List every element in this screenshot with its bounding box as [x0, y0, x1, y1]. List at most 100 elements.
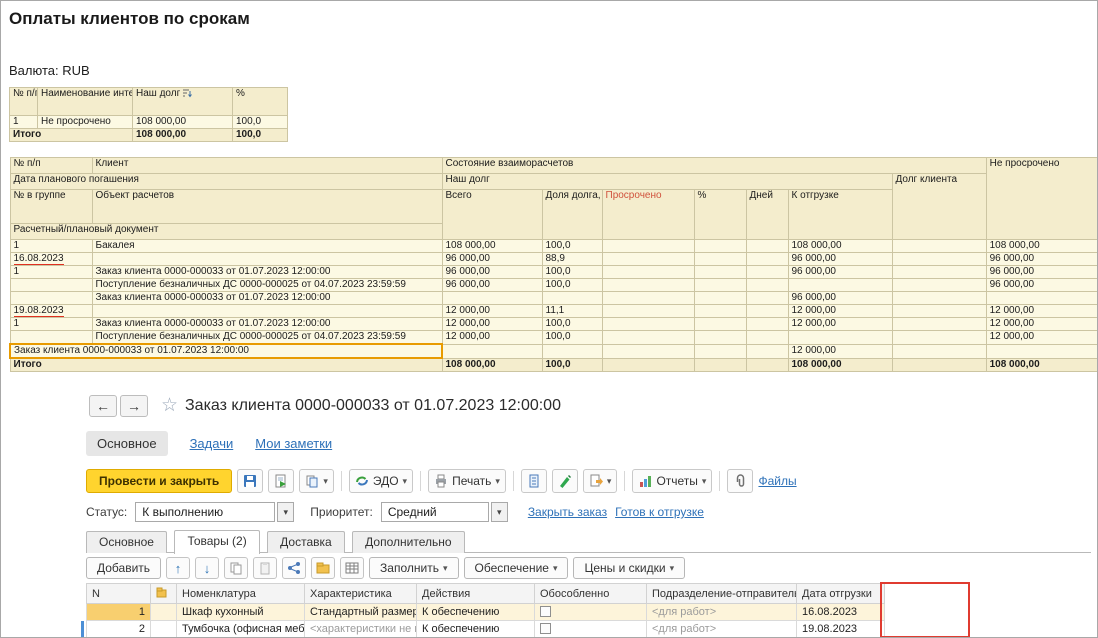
cell[interactable] — [693, 252, 747, 266]
header-client[interactable]: Клиент — [91, 157, 443, 174]
header-calc-object[interactable]: Объект расчетов — [91, 189, 443, 224]
cell[interactable] — [891, 343, 987, 359]
header-overdue[interactable]: Просрочено — [601, 189, 695, 240]
col-separate[interactable]: Обособленно — [534, 583, 647, 604]
col-indicator[interactable] — [150, 583, 177, 604]
cell-share[interactable]: 100,0 — [541, 239, 603, 253]
col-actions[interactable]: Действия — [416, 583, 535, 604]
cell[interactable] — [693, 291, 747, 305]
add-row-button[interactable]: Добавить — [86, 557, 162, 579]
cell[interactable] — [745, 239, 789, 253]
create-based-on-button[interactable]: ▾ — [582, 469, 618, 493]
fill-button[interactable]: Заполнить ▾ — [369, 557, 459, 579]
cell-ship[interactable]: 108 000,00 — [787, 357, 893, 372]
priority-value[interactable]: Средний — [380, 502, 489, 522]
separate-checkbox[interactable] — [540, 606, 551, 618]
cell[interactable] — [693, 317, 747, 331]
cell-interval[interactable]: Не просрочено — [37, 115, 133, 129]
plan-date-value[interactable]: 16.08.2023 — [13, 254, 64, 265]
cell-not-overdue[interactable]: 96 000,00 — [985, 265, 1097, 279]
plan-date-value[interactable]: 19.08.2023 — [13, 306, 64, 317]
cell-object[interactable]: Заказ клиента 0000-000033 от 01.07.2023 … — [91, 317, 443, 331]
cell-actions[interactable]: К обеспечению — [416, 603, 535, 621]
cell[interactable] — [441, 343, 543, 359]
provision-button[interactable]: Обеспечение ▾ — [463, 557, 569, 579]
cell[interactable] — [787, 278, 893, 292]
cell-document[interactable]: Поступление безналичных ДС 0000-000025 о… — [91, 330, 443, 345]
header-pct[interactable]: % — [693, 189, 747, 240]
cell[interactable] — [891, 265, 987, 279]
cell[interactable] — [541, 343, 603, 359]
summary-header-name[interactable]: Наименование интервала — [37, 87, 133, 116]
files-link[interactable]: Файлы — [758, 474, 796, 488]
cell[interactable] — [891, 304, 987, 318]
cell-ship[interactable]: 108 000,00 — [787, 239, 893, 253]
cell-total[interactable]: 96 000,00 — [441, 265, 543, 279]
cell-total[interactable]: 96 000,00 — [441, 252, 543, 266]
cell[interactable] — [601, 343, 695, 359]
cell-separate[interactable] — [534, 620, 647, 637]
cell-ship[interactable]: 12 000,00 — [787, 343, 893, 359]
post-button[interactable] — [268, 469, 295, 493]
status-value[interactable]: К выполнению — [135, 502, 276, 522]
cell-ship-date[interactable]: 16.08.2023 — [796, 603, 885, 621]
cell-share[interactable]: 100,0 — [541, 265, 603, 279]
cell-debt[interactable]: 108 000,00 — [132, 115, 233, 129]
cell-npp[interactable]: 1 — [9, 239, 93, 253]
cell[interactable] — [9, 291, 93, 305]
cell-object[interactable]: Заказ клиента 0000-000033 от 01.07.2023 … — [91, 265, 443, 279]
tab-general[interactable]: Основное — [86, 531, 167, 553]
cell[interactable] — [787, 330, 893, 345]
cell[interactable] — [745, 343, 789, 359]
cell-department[interactable]: <для работ> — [646, 620, 797, 637]
paste-row-button[interactable] — [253, 557, 278, 579]
cell[interactable] — [693, 265, 747, 279]
ready-to-ship-link[interactable]: Готов к отгрузке — [615, 505, 704, 519]
cell[interactable] — [891, 317, 987, 331]
status-combobox[interactable]: К выполнению ▾ — [135, 502, 295, 522]
cell-pct[interactable]: 100,0 — [232, 115, 288, 129]
cell[interactable] — [745, 265, 789, 279]
cell[interactable] — [601, 278, 695, 292]
priority-dropdown-button[interactable]: ▾ — [490, 502, 508, 522]
cell-separate[interactable] — [534, 603, 647, 621]
cell-ship-date[interactable]: 19.08.2023 — [796, 620, 885, 637]
cell[interactable] — [891, 330, 987, 345]
cell-row-number[interactable]: 2 — [86, 620, 151, 637]
cell[interactable] — [745, 317, 789, 331]
cell-share[interactable]: 100,0 — [541, 317, 603, 331]
cell-object[interactable]: Бакалея — [91, 239, 443, 253]
cell[interactable] — [745, 304, 789, 318]
cell-row-number[interactable]: 1 — [86, 603, 151, 621]
cell[interactable] — [745, 357, 789, 372]
cell-npp[interactable]: 1 — [9, 317, 93, 331]
cell-share[interactable]: 11,1 — [541, 304, 603, 318]
cell[interactable] — [693, 357, 747, 372]
cell-share[interactable]: 100,0 — [541, 330, 603, 345]
cell-not-overdue[interactable]: 12 000,00 — [985, 317, 1097, 331]
cell[interactable] — [745, 252, 789, 266]
header-npp[interactable]: № п/п — [9, 157, 93, 174]
cell-ship[interactable]: 12 000,00 — [787, 304, 893, 318]
cell-ship[interactable]: 96 000,00 — [787, 291, 893, 305]
edo-button[interactable]: ЭДО ▾ — [348, 469, 414, 493]
cell[interactable] — [745, 278, 789, 292]
tab-goods[interactable]: Товары (2) — [174, 530, 260, 554]
cell-total[interactable]: 108 000,00 — [441, 357, 543, 372]
cell[interactable] — [693, 304, 747, 318]
cell[interactable] — [745, 330, 789, 345]
cell-total-debt[interactable]: 108 000,00 — [132, 128, 233, 142]
summary-header-num[interactable]: № п/п — [9, 87, 38, 116]
cell[interactable] — [985, 291, 1097, 305]
cell[interactable] — [891, 252, 987, 266]
separate-checkbox[interactable] — [540, 623, 551, 635]
cell[interactable] — [9, 278, 93, 292]
cell[interactable] — [601, 265, 695, 279]
attachments-button[interactable] — [727, 469, 754, 493]
cell-document[interactable]: Заказ клиента 0000-000033 от 01.07.2023 … — [91, 291, 443, 305]
col-characteristic[interactable]: Характеристика — [304, 583, 417, 604]
selected-cell-document[interactable]: Заказ клиента 0000-000033 от 01.07.2023 … — [9, 343, 443, 359]
favorite-star-icon[interactable]: ☆ — [161, 394, 178, 417]
header-state[interactable]: Состояние взаиморасчетов — [441, 157, 987, 174]
print-button[interactable]: Печать ▾ — [428, 469, 506, 493]
